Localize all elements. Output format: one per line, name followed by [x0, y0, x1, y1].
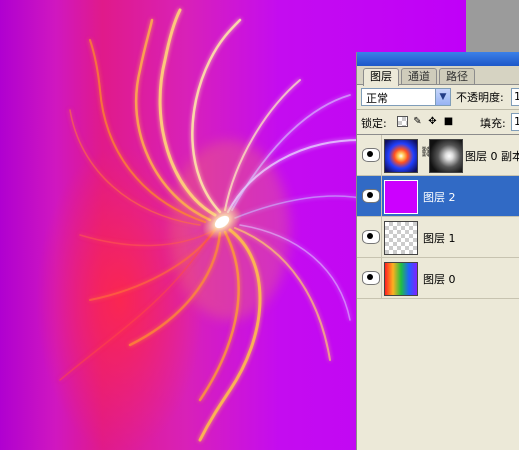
link-icon[interactable]: ⛓ — [420, 147, 433, 161]
layers-panel: 通道 路径 图层 正常 ▼ 不透明度: 1 锁定: ✎ ✥ ■ 填充: 1 ⛓ … — [356, 52, 519, 450]
lock-transparent-pixels-icon[interactable] — [397, 116, 408, 127]
lock-position-icon[interactable]: ✥ — [427, 116, 438, 127]
lock-image-pixels-icon[interactable]: ✎ — [412, 116, 423, 127]
fill-label: 填充: — [480, 117, 506, 130]
eye-icon — [362, 230, 380, 244]
blend-mode-value: 正常 — [366, 92, 388, 105]
eye-icon — [362, 148, 380, 162]
chevron-down-icon[interactable]: ▼ — [435, 89, 450, 105]
eye-icon — [362, 271, 380, 285]
tab-paths[interactable]: 路径 — [439, 68, 475, 84]
layer-row[interactable]: ⛓ 图层 0 副本 — [357, 135, 519, 176]
blend-options-row: 正常 ▼ 不透明度: 1 — [357, 85, 519, 110]
lock-all-icon[interactable]: ■ — [443, 116, 454, 127]
tab-layers[interactable]: 图层 — [363, 68, 399, 86]
layer-thumbnail — [384, 180, 418, 214]
layer-row[interactable]: 图层 1 — [357, 217, 519, 258]
panel-titlebar[interactable] — [357, 52, 519, 66]
layer-thumbnail — [384, 262, 418, 296]
visibility-toggle[interactable] — [357, 217, 382, 257]
eye-icon — [362, 189, 380, 203]
fill-field[interactable]: 1 — [511, 113, 519, 131]
layer-thumbnail — [384, 221, 418, 255]
layer-name: 图层 0 — [423, 273, 456, 286]
panel-tabs: 通道 路径 图层 — [357, 66, 519, 86]
layer-name: 图层 2 — [423, 191, 456, 204]
blend-mode-dropdown[interactable]: 正常 ▼ — [361, 88, 451, 106]
layer-mask-thumbnail[interactable] — [429, 139, 463, 173]
opacity-label: 不透明度: — [456, 91, 504, 104]
visibility-toggle[interactable] — [357, 135, 382, 175]
visibility-toggle[interactable] — [357, 258, 382, 298]
layer-thumbnail — [384, 139, 418, 173]
lock-options-row: 锁定: ✎ ✥ ■ 填充: 1 — [357, 110, 519, 135]
tab-channels[interactable]: 通道 — [401, 68, 437, 84]
layer-row[interactable]: 图层 2 — [357, 176, 519, 217]
opacity-field[interactable]: 1 — [511, 88, 519, 106]
layer-row[interactable]: 图层 0 — [357, 258, 519, 299]
layer-name: 图层 1 — [423, 232, 456, 245]
layer-name: 图层 0 副本 — [465, 150, 519, 163]
lock-label: 锁定: — [361, 117, 387, 130]
visibility-toggle[interactable] — [357, 176, 382, 216]
